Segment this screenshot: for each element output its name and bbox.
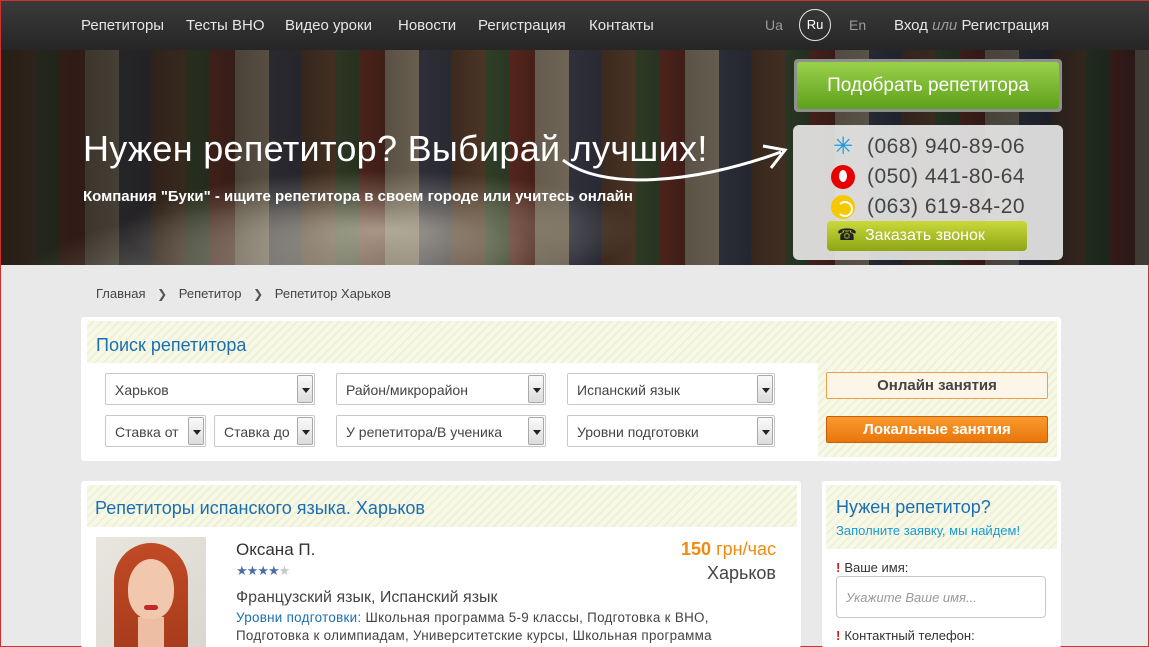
language-en[interactable]: En [849, 17, 866, 33]
place-select[interactable]: У репетитора/В ученика [336, 415, 546, 447]
top-navigation: Репетиторы Тесты ВНО Видео уроки Новости… [1, 1, 1149, 50]
results-title: Репетиторы испанского языка. Харьков [95, 498, 425, 518]
request-form: Нужен репетитор? Заполните заявку, мы на… [822, 481, 1061, 647]
star-filled-icon: ★ [236, 563, 248, 578]
auth-links: Вход или Регистрация [894, 17, 1049, 34]
tutor-levels: Уровни подготовки: Школьная программа 5-… [236, 609, 756, 645]
online-lessons-button[interactable]: Онлайн занятия [826, 372, 1048, 399]
search-panel: Поиск репетитора Харьков Район/микрорайо… [81, 317, 1061, 461]
nav-item-video-lessons[interactable]: Видео уроки [285, 17, 372, 34]
phone-label-text: Контактный телефон: [844, 628, 975, 643]
subject-select-value: Испанский язык [577, 382, 681, 398]
city-select-value: Харьков [115, 382, 169, 398]
tutor-photo[interactable] [96, 537, 206, 647]
star-empty-icon: ★ [278, 563, 291, 578]
tutor-price: 150 грн/час [681, 539, 776, 560]
nav-item-registration[interactable]: Регистрация [478, 17, 566, 34]
price-value: 150 [681, 539, 712, 559]
phone-panel: ✳ (068) 940-89-06 (050) 441-80-64 (063) … [793, 125, 1063, 260]
local-lessons-button[interactable]: Локальные занятия [826, 416, 1048, 443]
breadcrumb-current: Репетитор Харьков [274, 286, 391, 301]
tutor-city: Харьков [706, 563, 776, 583]
hero-subtitle: Компания "Буки" - ищите репетитора в сво… [83, 188, 633, 205]
nav-item-tests[interactable]: Тесты ВНО [186, 17, 265, 34]
breadcrumb-tutor[interactable]: Репетитор [179, 286, 242, 301]
name-field[interactable]: Укажите Ваше имя... [836, 576, 1046, 618]
request-form-header: Нужен репетитор? Заполните заявку, мы на… [826, 485, 1057, 549]
place-select-value: У репетитора/В ученика [346, 424, 503, 440]
or-text: или [932, 17, 958, 34]
city-select[interactable]: Харьков [105, 373, 315, 405]
rate-to-select[interactable]: Ставка до [214, 415, 315, 447]
name-label: ! Ваше имя: [836, 560, 908, 575]
levels-label: Уровни подготовки: [236, 610, 362, 625]
chevron-down-icon [757, 417, 773, 445]
phone-number[interactable]: (063) 619-84-20 [867, 195, 1025, 219]
lifecell-icon [831, 195, 855, 219]
results-panel: Репетиторы испанского языка. Харьков Окс… [81, 481, 801, 647]
nav-item-news[interactable]: Новости [398, 17, 456, 34]
name-placeholder: Укажите Ваше имя... [846, 590, 977, 605]
tutor-subjects: Французский язык, Испанский язык [236, 589, 498, 606]
tutor-name[interactable]: Оксана П. [236, 540, 315, 560]
phone-row-lifecell: (063) 619-84-20 [831, 194, 1025, 220]
results-header: Репетиторы испанского языка. Харьков [87, 485, 797, 527]
search-header: Поиск репетитора [87, 321, 1057, 363]
chevron-down-icon [528, 375, 544, 403]
chevron-down-icon [297, 375, 313, 403]
star-filled-icon: ★ [267, 563, 280, 578]
phone-label: ! Контактный телефон: [836, 628, 975, 643]
chevron-right-icon: ❯ [253, 287, 264, 301]
chevron-down-icon [757, 375, 773, 403]
pick-tutor-button[interactable]: Подобрать репетитора [794, 59, 1062, 112]
star-filled-icon: ★ [246, 563, 259, 578]
name-label-text: Ваше имя: [844, 560, 909, 575]
language-ua[interactable]: Ua [765, 17, 783, 33]
register-link[interactable]: Регистрация [961, 17, 1049, 34]
vodafone-icon [831, 165, 855, 189]
curved-arrow-icon [562, 144, 788, 182]
request-form-subtitle: Заполните заявку, мы найдем! [836, 523, 1021, 538]
rate-from-select[interactable]: Ставка от [105, 415, 206, 447]
chevron-down-icon [188, 417, 204, 445]
telephone-icon: ☎ [837, 227, 857, 244]
kyivstar-icon: ✳ [832, 133, 854, 160]
search-title: Поиск репетитора [96, 335, 247, 355]
star-filled-icon: ★ [257, 563, 269, 578]
chevron-right-icon: ❯ [157, 287, 168, 301]
breadcrumb-home[interactable]: Главная [96, 286, 145, 301]
phone-row-kyivstar: ✳ (068) 940-89-06 [831, 134, 1025, 160]
required-mark: ! [836, 628, 841, 643]
phone-number[interactable]: (068) 940-89-06 [867, 135, 1025, 159]
phone-row-vodafone: (050) 441-80-64 [831, 164, 1025, 190]
language-ru[interactable]: Ru [799, 9, 831, 41]
rate-from-value: Ставка от [115, 424, 179, 440]
login-link[interactable]: Вход [894, 17, 928, 34]
phone-number[interactable]: (050) 441-80-64 [867, 165, 1025, 189]
levels-select[interactable]: Уровни подготовки [567, 415, 775, 447]
callback-label: Заказать звонок [865, 227, 985, 244]
price-unit: грн/час [716, 539, 776, 559]
subject-select[interactable]: Испанский язык [567, 373, 775, 405]
district-select-value: Район/микрорайон [346, 382, 468, 398]
chevron-down-icon [297, 417, 313, 445]
levels-select-value: Уровни подготовки [577, 424, 699, 440]
nav-item-tutors[interactable]: Репетиторы [81, 17, 164, 34]
rate-to-value: Ставка до [224, 424, 290, 440]
pick-tutor-label: Подобрать репетитора [797, 62, 1059, 109]
chevron-down-icon [528, 417, 544, 445]
breadcrumb: Главная ❯ Репетитор ❯ Репетитор Харьков [96, 286, 391, 301]
tutor-rating: ★★★★★ [236, 563, 291, 579]
nav-item-contacts[interactable]: Контакты [589, 17, 654, 34]
required-mark: ! [836, 560, 841, 575]
callback-button[interactable]: ☎ Заказать звонок [827, 221, 1027, 251]
district-select[interactable]: Район/микрорайон [336, 373, 546, 405]
request-form-title: Нужен репетитор? [836, 497, 991, 517]
